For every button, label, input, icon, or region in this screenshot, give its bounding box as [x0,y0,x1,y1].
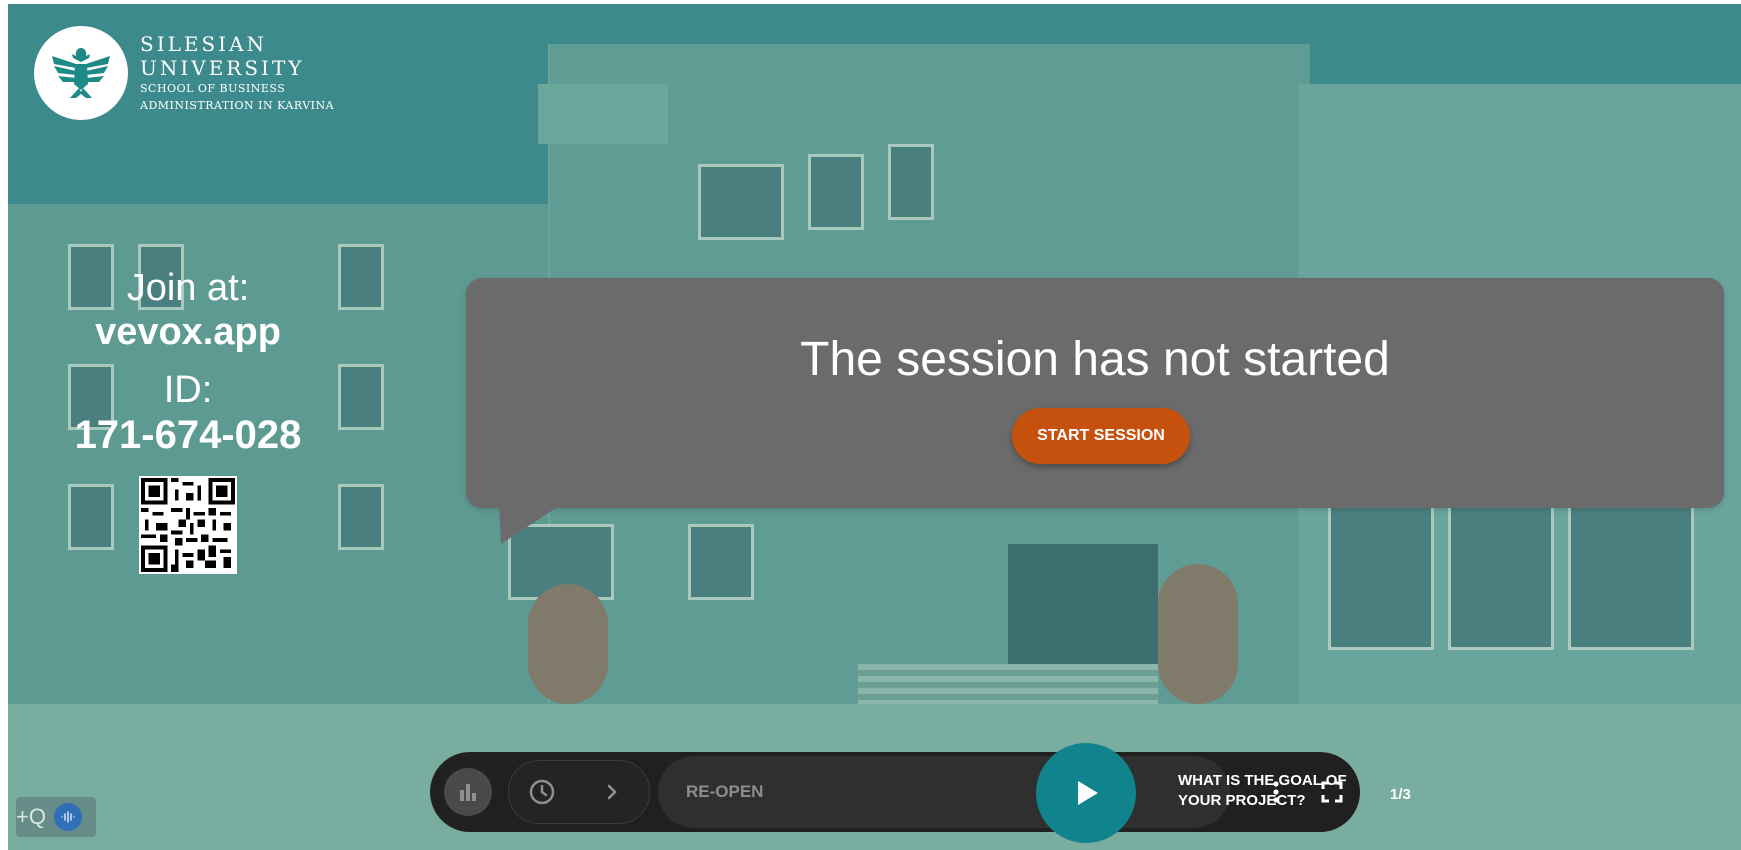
timer-navigation-group [508,760,650,824]
control-bar-left-group [438,760,650,824]
presentation-stage: SILESIAN UNIVERSITY SCHOOL OF BUSINESS A… [8,4,1741,850]
session-id-label: ID: [163,369,213,411]
more-vertical-icon[interactable] [1256,772,1296,812]
qr-code-icon [139,476,237,574]
university-logo: SILESIAN UNIVERSITY SCHOOL OF BUSINESS A… [34,26,334,120]
join-panel: Join at: vevox.app ID: 171-674-028 [48,266,328,574]
bar-chart-icon[interactable] [444,768,492,816]
clock-icon[interactable] [509,767,575,817]
question-counter: 1/3 [1390,786,1411,803]
logo-subtitle-line1: SCHOOL OF BUSINESS [140,82,286,95]
chevron-right-icon[interactable] [579,767,645,817]
fullscreen-icon[interactable] [1312,772,1352,812]
start-session-button[interactable]: START SESSION [1012,408,1190,464]
session-status-bubble: The session has not started START SESSIO… [466,278,1724,544]
presenter-control-bar: RE-OPEN WHAT IS THE GOAL OF YOUR PROJECT… [430,743,1411,843]
question-control-group: RE-OPEN WHAT IS THE GOAL OF YOUR PROJECT… [658,743,1411,843]
logo-subtitle-line2: ADMINISTRATION IN KARVINA [140,99,335,112]
qa-label: +Q [16,804,46,829]
session-id: 171-674-028 [74,413,302,457]
session-status-title: The session has not started [800,333,1390,386]
qa-widget[interactable]: +Q [16,797,96,837]
logo-title-line2: UNIVERSITY [140,56,305,80]
re-open-button[interactable]: RE-OPEN [686,756,763,828]
eagle-icon [34,26,128,120]
logo-title-line1: SILESIAN [140,32,268,56]
join-url: vevox.app [95,311,281,353]
bubble-tail [499,506,559,544]
play-icon[interactable] [1036,743,1136,843]
audio-wave-icon [53,803,82,831]
join-label: Join at: [126,267,250,309]
